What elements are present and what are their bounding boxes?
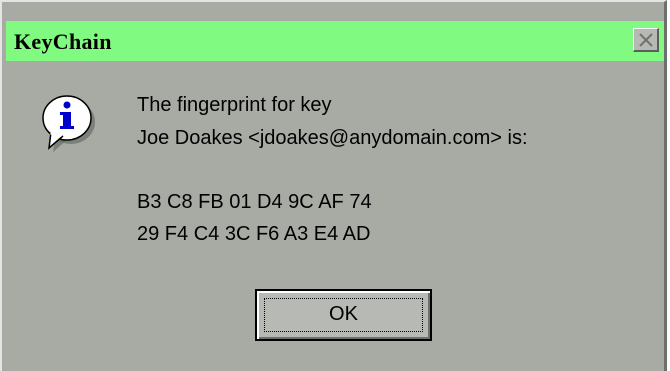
fingerprint-line-1: B3 C8 FB 01 D4 9C AF 74 [137,191,372,213]
close-button[interactable] [633,28,659,52]
close-x-icon [639,33,653,47]
fingerprint-line-2: 29 F4 C4 3C F6 A3 E4 AD [137,223,371,245]
message-line-1: The fingerprint for key [137,94,332,116]
ok-button[interactable]: OK [255,289,432,341]
title-bar[interactable]: KeyChain [6,21,664,61]
keychain-dialog: KeyChain The fingerprint for key Joe Doa… [0,0,667,371]
message-line-2: Joe Doakes <jdoakes@anydomain.com> is: [137,127,528,149]
ok-button-label: OK [329,303,358,325]
window-title: KeyChain [14,29,112,54]
info-icon [42,95,95,152]
